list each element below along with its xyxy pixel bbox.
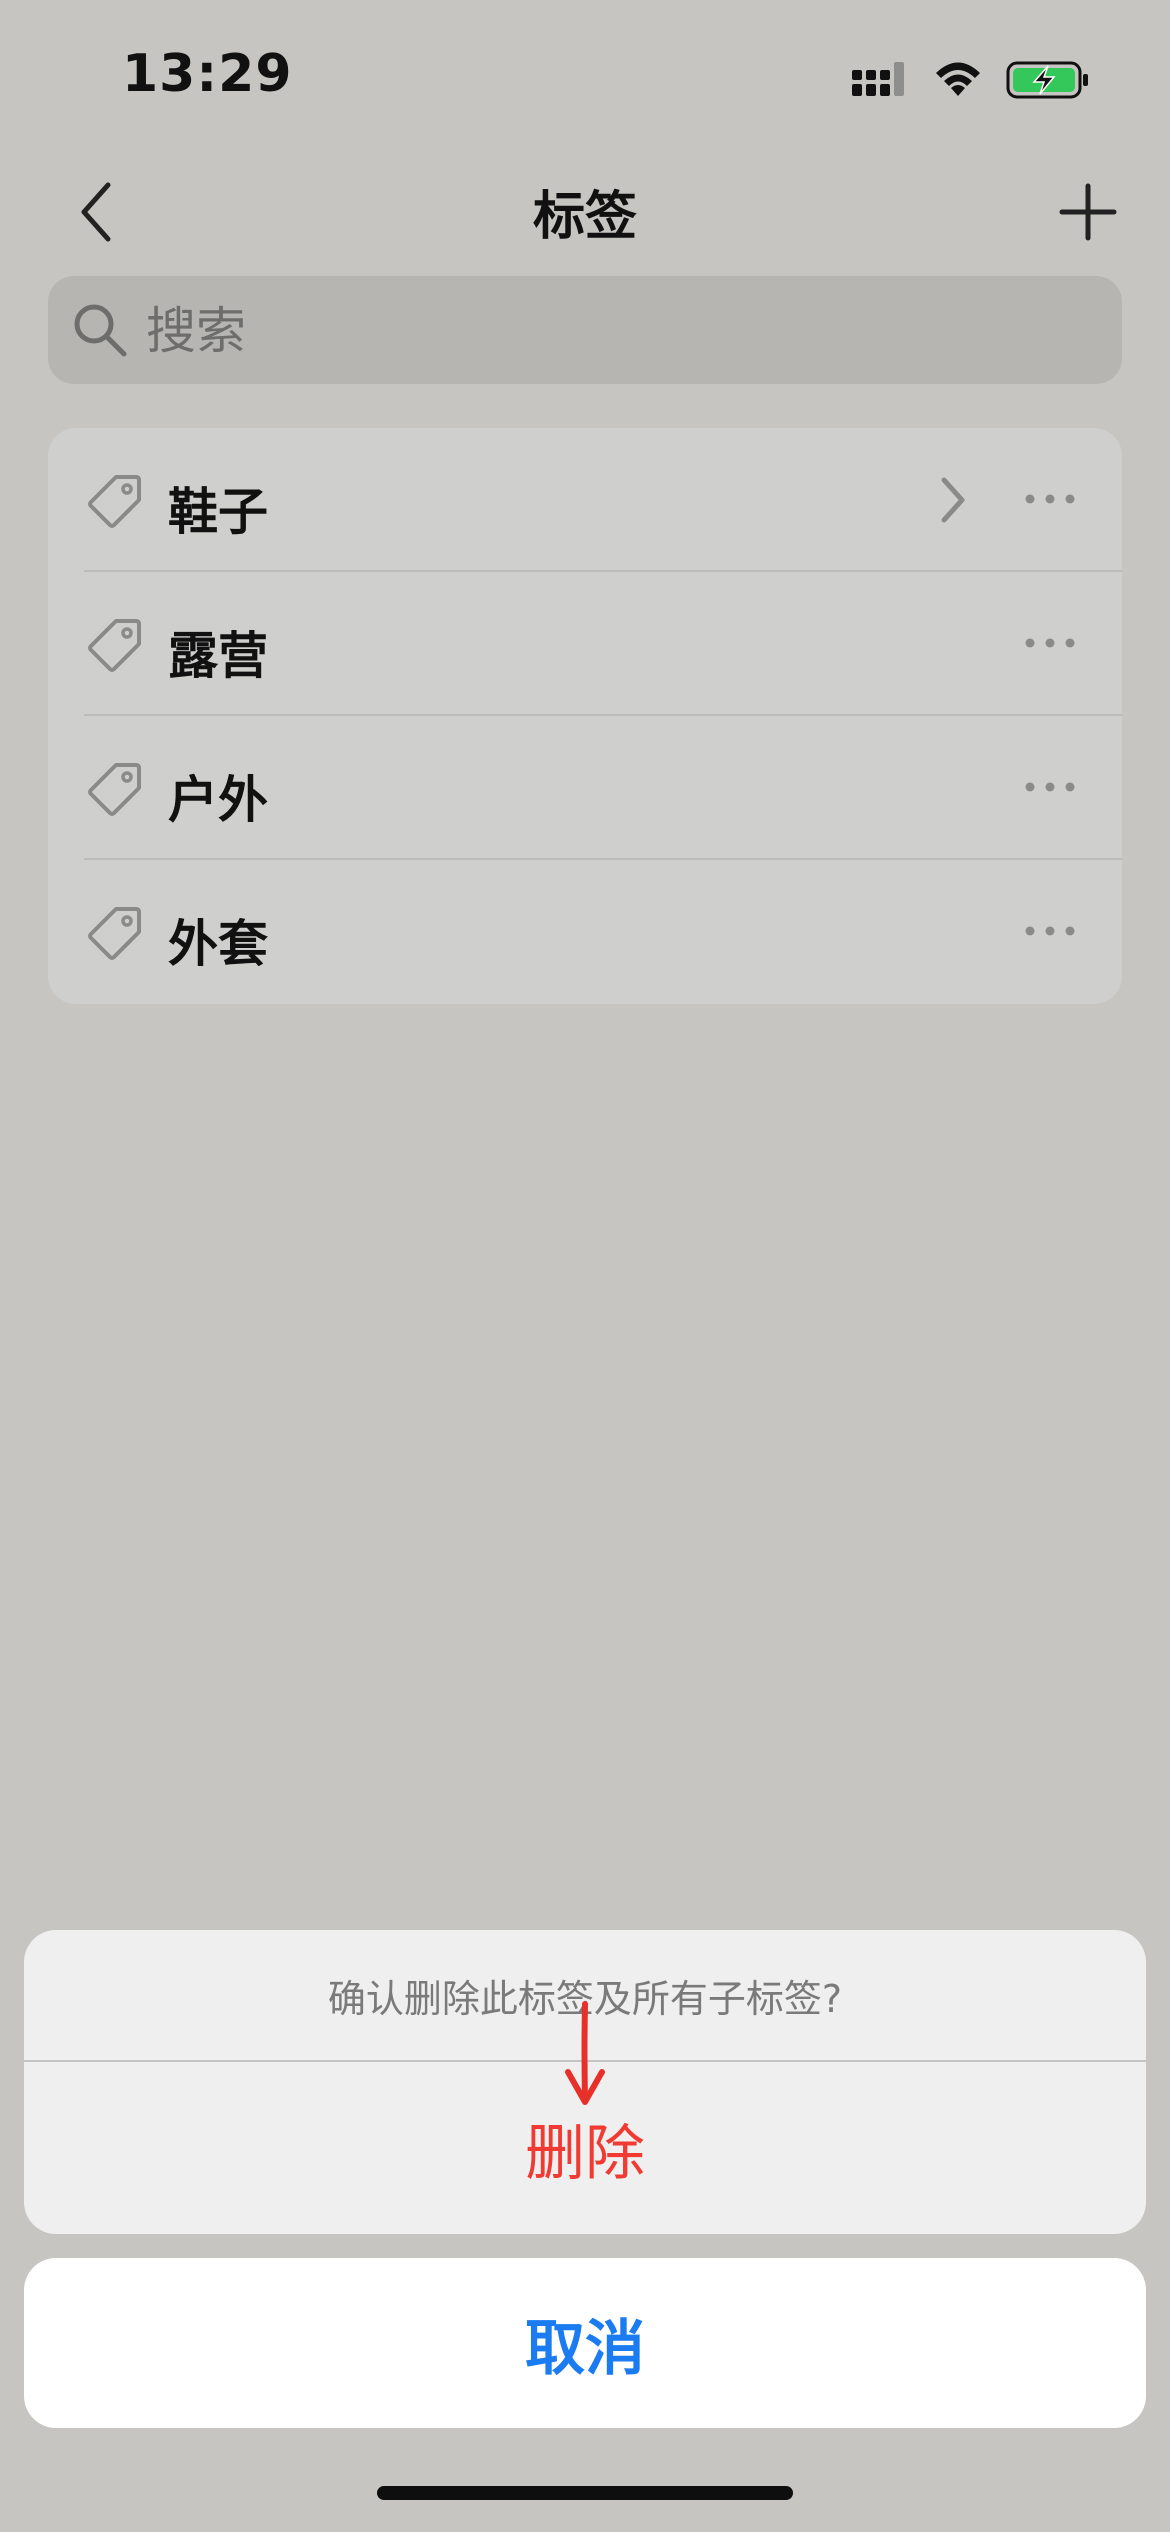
cancel-button[interactable]: 取消 <box>24 2258 1146 2428</box>
wifi-icon <box>932 60 984 100</box>
more-icon[interactable] <box>1022 484 1078 514</box>
chevron-right-icon[interactable] <box>932 474 972 526</box>
tag-label: 外套 <box>168 915 268 973</box>
arrow-annotation-icon <box>565 2001 605 2105</box>
home-indicator <box>377 2486 793 2500</box>
tag-row[interactable]: 外套 <box>48 860 1122 1004</box>
tag-row[interactable]: 露营 <box>48 572 1122 716</box>
signal-icon <box>850 60 910 100</box>
search-icon <box>74 304 127 357</box>
tag-row[interactable]: 户外 <box>48 716 1122 860</box>
tag-icon <box>88 763 141 816</box>
more-icon[interactable] <box>1022 772 1078 802</box>
more-icon[interactable] <box>1022 916 1078 946</box>
more-icon[interactable] <box>1022 628 1078 658</box>
tag-icon <box>88 907 141 960</box>
status-bar: 13:29 <box>0 0 1170 150</box>
status-time: 13:29 <box>122 44 293 104</box>
search-bar[interactable] <box>48 276 1122 386</box>
page-title: 标签 <box>532 187 637 247</box>
search-input[interactable] <box>144 276 1088 386</box>
add-tag-button[interactable] <box>1048 172 1128 252</box>
tag-label: 鞋子 <box>168 483 268 541</box>
tag-label: 户外 <box>168 771 268 829</box>
tag-row[interactable]: 鞋子 <box>48 428 1122 572</box>
tag-icon <box>88 475 141 528</box>
tag-list: 鞋子 露营 户外 外套 <box>48 428 1122 1004</box>
tag-icon <box>88 619 141 672</box>
plus-icon <box>1059 183 1117 241</box>
nav-bar: 标签 <box>0 160 1170 260</box>
battery-charging-icon <box>1006 60 1090 100</box>
tag-label: 露营 <box>168 627 268 685</box>
status-icons <box>850 50 1090 110</box>
